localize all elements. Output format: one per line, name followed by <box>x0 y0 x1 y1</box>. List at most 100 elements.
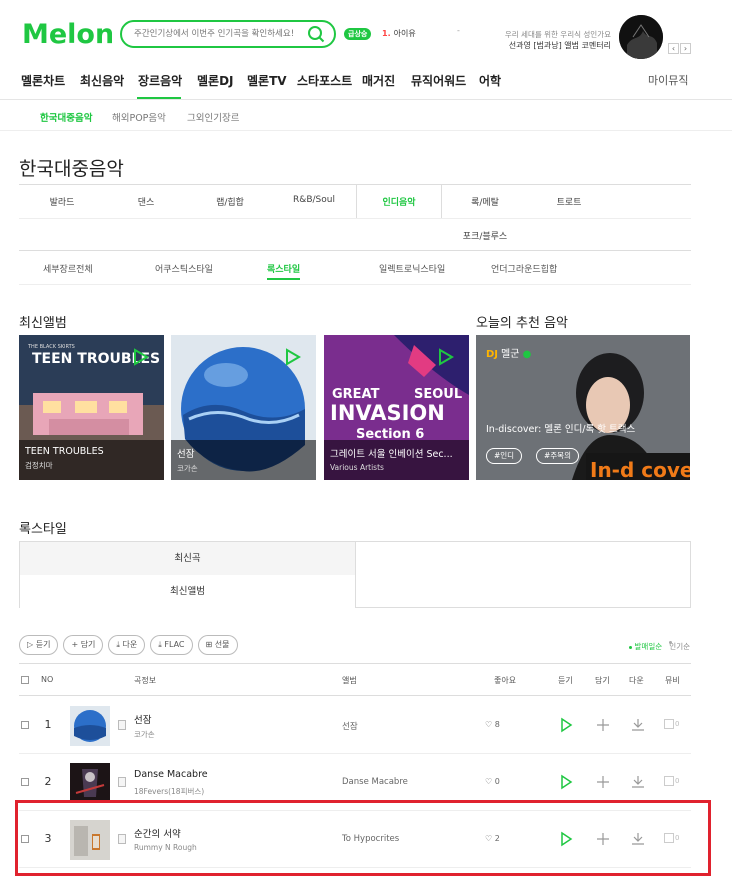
song-artist[interactable]: 코가손 <box>134 729 155 740</box>
dj-name[interactable]: 멜군 <box>501 349 519 360</box>
listen-button[interactable]: ▷ 듣기 <box>19 635 59 655</box>
reco-playlist-card[interactable]: In-d cover DJ멜군 ● In-discover: 멜론 인디/록 핫… <box>476 335 690 480</box>
row-checkbox[interactable] <box>21 835 29 843</box>
song-title[interactable]: Danse Macabre <box>134 769 208 780</box>
album-title[interactable]: TEEN TROUBLES <box>25 446 158 457</box>
subnav-other-genres[interactable]: 그외인기장르 <box>187 110 239 124</box>
tag-notable[interactable]: #주목의 <box>536 448 579 464</box>
play-icon[interactable] <box>435 347 455 367</box>
song-title[interactable]: 선잠 <box>134 712 151 726</box>
subgenre-electronic[interactable]: 일렉트로닉스타일 <box>379 262 445 275</box>
album-artist[interactable]: 검정치마 <box>25 460 158 471</box>
song-info-icon[interactable] <box>118 777 126 787</box>
genre-hiphop[interactable]: 랩/힙합 <box>187 195 273 208</box>
tag-indie[interactable]: #인디 <box>486 448 523 464</box>
song-thumbnail[interactable] <box>70 763 110 803</box>
promo-next-button[interactable]: › <box>680 43 691 54</box>
genre-indie[interactable]: 인디음악 <box>356 195 442 208</box>
nav-melon-tv[interactable]: 멜론TV <box>247 72 287 89</box>
download-icon[interactable] <box>630 774 646 790</box>
subgenre-underground-hiphop[interactable]: 언더그라운드힙합 <box>491 262 557 275</box>
like-button[interactable]: ♡ 2 <box>485 834 500 843</box>
download-icon[interactable] <box>630 831 646 847</box>
genre-ballad[interactable]: 발라드 <box>19 195 105 208</box>
album-card[interactable]: 선잠 코가손 <box>171 335 316 480</box>
add-button[interactable]: + 담기 <box>63 635 104 655</box>
nav-magazine[interactable]: 매거진 <box>362 72 395 89</box>
col-album: 앨범 <box>342 676 357 685</box>
sort-release[interactable]: 발매일순 <box>628 642 662 651</box>
sort-popular[interactable]: 인기순 <box>669 641 690 651</box>
album-artist[interactable]: Various Artists <box>330 463 463 472</box>
nav-chart[interactable]: 멜론차트 <box>21 72 65 89</box>
mv-icon <box>664 719 674 729</box>
nav-star-post[interactable]: 스타포스트 <box>297 72 352 89</box>
add-icon[interactable] <box>595 774 611 790</box>
album-title[interactable]: 그레이트 서울 인베이션 Sec... <box>330 446 463 460</box>
search-icon[interactable] <box>307 25 325 43</box>
download-icon[interactable] <box>630 717 646 733</box>
genre-rnb[interactable]: R&B/Soul <box>271 195 357 205</box>
song-thumbnail[interactable] <box>70 706 110 746</box>
genre-folk[interactable]: 포크/블루스 <box>442 229 528 242</box>
promo-thumbnail[interactable] <box>619 15 663 59</box>
row-checkbox[interactable] <box>21 778 29 786</box>
nav-melon-dj[interactable]: 멜론DJ <box>197 72 234 89</box>
like-button[interactable]: ♡ 0 <box>485 777 500 786</box>
subnav-korean-pop[interactable]: 한국대중음악 <box>40 110 92 124</box>
genre-trot[interactable]: 트로트 <box>526 195 612 208</box>
flac-button[interactable]: ⤓ FLAC <box>150 635 193 655</box>
subgenre-all[interactable]: 세부장르전체 <box>43 262 93 275</box>
row-checkbox[interactable] <box>21 721 29 729</box>
mv-button[interactable]: 0 <box>664 776 679 786</box>
promo-banner[interactable]: 우리 세대를 위한 우리식 성인가요 선과영 [범과낭] 앨범 코멘터리 <box>450 29 611 52</box>
song-album[interactable]: To Hypocrites <box>342 834 399 844</box>
add-icon[interactable] <box>595 717 611 733</box>
play-icon[interactable] <box>558 717 574 733</box>
song-title[interactable]: 순간의 서약 <box>134 826 181 840</box>
play-icon[interactable] <box>130 347 150 367</box>
nav-music-awards[interactable]: 뮤직어워드 <box>411 72 466 89</box>
play-icon[interactable] <box>282 347 302 367</box>
nav-my-music[interactable]: 마이뮤직 <box>648 72 688 88</box>
play-icon[interactable] <box>558 774 574 790</box>
album-card[interactable]: GREAT SEOUL INVASION Section 6 그레이트 서울 인… <box>324 335 469 480</box>
song-info-icon[interactable] <box>118 720 126 730</box>
nav-new-music[interactable]: 최신음악 <box>80 72 124 89</box>
song-info-icon[interactable] <box>118 834 126 844</box>
nav-language[interactable]: 어학 <box>479 72 501 89</box>
cover-line1: GREAT <box>332 387 380 402</box>
melon-logo[interactable]: Melon <box>22 18 112 48</box>
subgenre-acoustic[interactable]: 어쿠스틱스타일 <box>155 262 213 275</box>
subgenre-rock-style[interactable]: 록스타일 <box>267 262 301 280</box>
gift-button[interactable]: ⊞ 선물 <box>197 635 238 655</box>
download-button[interactable]: ⤓ 다운 <box>108 635 146 655</box>
dj-badge: DJ <box>486 349 499 360</box>
col-play: 듣기 <box>558 676 573 685</box>
mv-button[interactable]: 0 <box>664 719 679 729</box>
realtime-rank-item[interactable]: 1. 아이유 <box>382 28 416 39</box>
mv-button[interactable]: 0 <box>664 833 679 843</box>
genre-dance[interactable]: 댄스 <box>103 195 189 208</box>
nav-genre-music[interactable]: 장르음악 <box>138 72 182 89</box>
album-title[interactable]: 선잠 <box>177 446 310 460</box>
reco-playlist-title[interactable]: In-discover: 멜론 인디/록 핫 트랙스 <box>486 421 635 435</box>
promo-prev-button[interactable]: ‹ <box>668 43 679 54</box>
play-icon[interactable] <box>558 831 574 847</box>
tab-new-songs[interactable]: 최신곡 <box>20 542 356 575</box>
album-artist[interactable]: 코가손 <box>177 463 310 474</box>
album-card[interactable]: THE BLACK SKIRTS TEEN TROUBLES TEEN TROU… <box>19 335 164 480</box>
genre-rock[interactable]: 록/메탈 <box>442 195 528 208</box>
song-thumbnail[interactable] <box>70 820 110 860</box>
thumbnail-image <box>70 706 110 746</box>
subnav-foreign-pop[interactable]: 해외POP음악 <box>112 110 166 124</box>
tab-new-albums[interactable]: 최신앨범 <box>20 575 356 608</box>
song-artist[interactable]: Rummy N Rough <box>134 843 197 852</box>
song-album[interactable]: Danse Macabre <box>342 777 408 787</box>
search-input[interactable] <box>134 25 304 43</box>
song-artist[interactable]: 18Fevers(18피버스) <box>134 786 204 797</box>
select-all-checkbox[interactable] <box>21 676 29 684</box>
song-album[interactable]: 선잠 <box>342 720 358 732</box>
add-icon[interactable] <box>595 831 611 847</box>
like-button[interactable]: ♡ 8 <box>485 720 500 729</box>
